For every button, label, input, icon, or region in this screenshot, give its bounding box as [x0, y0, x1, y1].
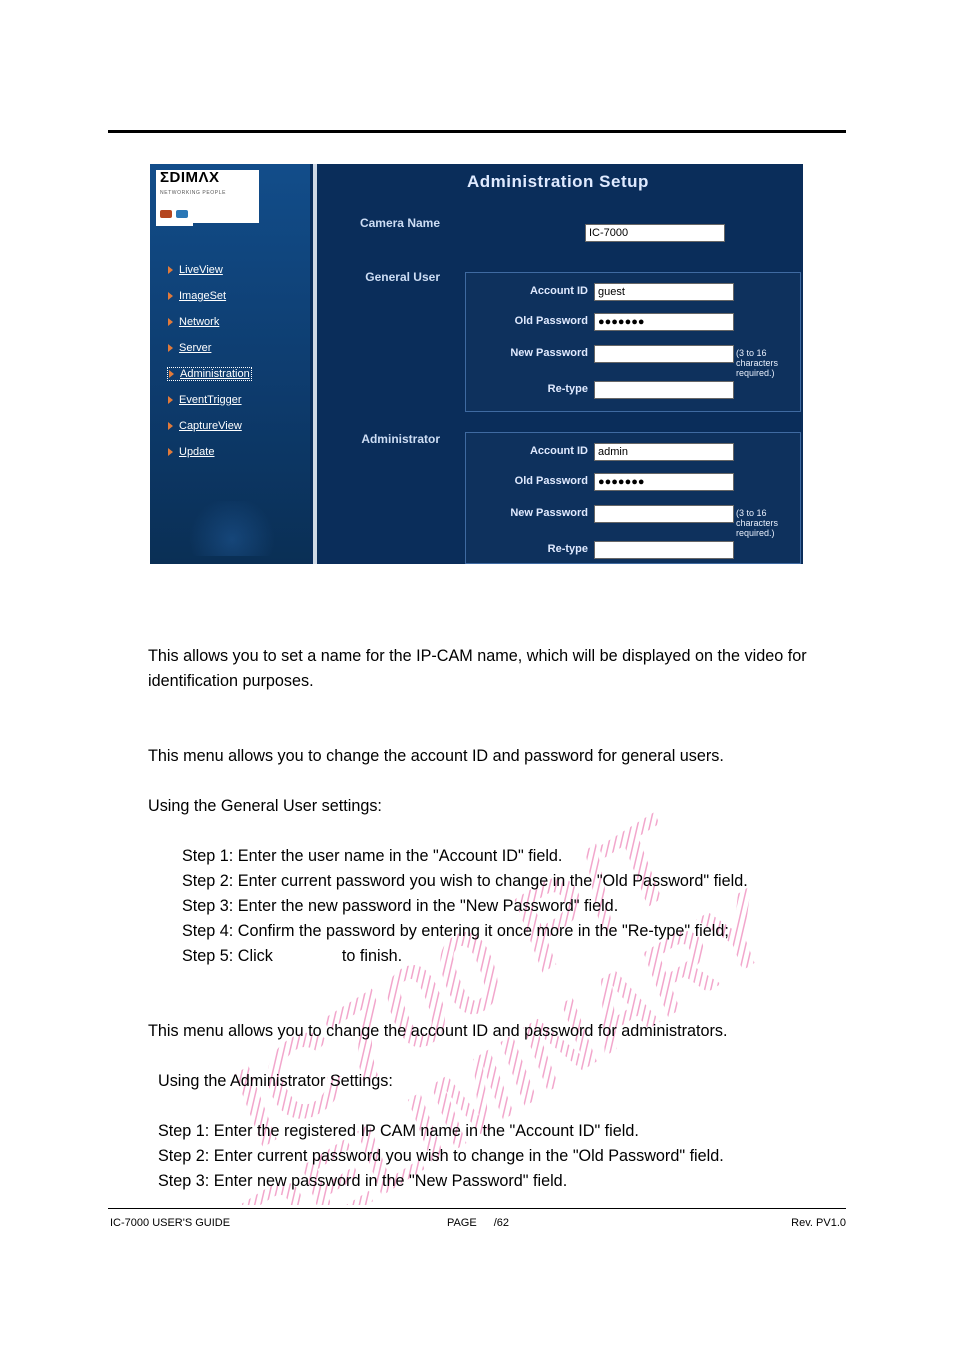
vertical-divider [313, 164, 317, 564]
guest-new-password-hint: (3 to 16 characters required.) [736, 348, 800, 378]
gen-step-4: Step 4: Confirm the password by entering… [182, 919, 848, 944]
sidebar-item-network[interactable]: Network [168, 316, 251, 328]
general-user-label: General User [325, 270, 440, 284]
admin-account-id-label: Account ID [530, 445, 588, 457]
guest-old-password-input[interactable] [594, 313, 734, 331]
admin-old-password-label: Old Password [515, 475, 588, 487]
guest-new-password-input[interactable] [594, 345, 734, 363]
guest-account-id-input[interactable] [594, 283, 734, 301]
para-admin-desc: This menu allows you to change the accou… [148, 1019, 848, 1044]
brand-text: ΣDIMΛX [160, 169, 220, 186]
guest-old-password-label: Old Password [515, 315, 588, 327]
panel-title: Administration Setup [467, 172, 649, 192]
caret-icon [169, 370, 174, 378]
camera-name-label: Camera Name [325, 216, 440, 230]
sidebar-item-administration[interactable]: Administration [168, 368, 251, 380]
guest-retype-label: Re-type [548, 383, 588, 395]
admin-step-3: Step 3: Enter new password in the "New P… [158, 1169, 848, 1194]
nav-label: Update [179, 446, 214, 458]
admin-new-password-input[interactable] [594, 505, 734, 523]
para-general-user-heading: Using the General User settings: [148, 794, 848, 819]
sidebar-item-imageset[interactable]: ImageSet [168, 290, 251, 302]
para-camera-name-desc: This allows you to set a name for the IP… [148, 644, 848, 694]
sidebar-item-eventtrigger[interactable]: EventTrigger [168, 394, 251, 406]
caret-icon [168, 266, 173, 274]
caret-icon [168, 396, 173, 404]
caret-icon [168, 422, 173, 430]
gen-step-5: Step 5: Click to finish. [182, 944, 848, 969]
sidebar: ΣDIMΛX NETWORKING PEOPLE TOGETHER LiveVi… [150, 164, 310, 564]
admin-step-1: Step 1: Enter the registered IP CAM name… [158, 1119, 848, 1144]
para-general-user-desc: This menu allows you to change the accou… [148, 744, 848, 769]
sidebar-nav: LiveView ImageSet Network Server Adminis… [168, 264, 251, 472]
logo-decoration [156, 204, 193, 226]
admin-old-password-input[interactable] [594, 473, 734, 491]
caret-icon [168, 344, 173, 352]
nav-label: CaptureView [179, 420, 242, 432]
admin-account-id-input[interactable] [594, 443, 734, 461]
document-body: This allows you to set a name for the IP… [148, 644, 848, 1194]
globe-decoration [172, 501, 292, 556]
nav-label: Server [179, 342, 211, 354]
footer-center: PAGE /62 [110, 1217, 846, 1229]
gen-step-3: Step 3: Enter the new password in the "N… [182, 894, 848, 919]
guest-retype-input[interactable] [594, 381, 734, 399]
nav-label: ImageSet [179, 290, 226, 302]
nav-label: Administration [180, 368, 250, 380]
guest-new-password-label: New Password [510, 347, 588, 359]
nav-label: EventTrigger [179, 394, 242, 406]
gen-step-2: Step 2: Enter current password you wish … [182, 869, 848, 894]
admin-setup-screenshot: ΣDIMΛX NETWORKING PEOPLE TOGETHER LiveVi… [150, 164, 803, 564]
nav-label: Network [179, 316, 219, 328]
sidebar-item-server[interactable]: Server [168, 342, 251, 354]
page-footer: IC-7000 USER'S GUIDE PAGE /62 Rev. PV1.0 [110, 1217, 846, 1229]
administrator-label: Administrator [325, 432, 440, 446]
admin-retype-input[interactable] [594, 541, 734, 559]
caret-icon [168, 292, 173, 300]
guest-account-id-label: Account ID [530, 285, 588, 297]
gen-step-1: Step 1: Enter the user name in the "Acco… [182, 844, 848, 869]
para-admin-heading: Using the Administrator Settings: [148, 1069, 848, 1094]
main-panel: Administration Setup Camera Name General… [325, 164, 803, 564]
gen-step-5-pre: Step 5: Click [182, 947, 277, 965]
nav-label: LiveView [179, 264, 223, 276]
admin-new-password-hint: (3 to 16 characters required.) [736, 508, 800, 538]
caret-icon [168, 318, 173, 326]
administrator-group: Account ID Old Password New Password (3 … [465, 432, 801, 564]
caret-icon [168, 448, 173, 456]
sidebar-item-liveview[interactable]: LiveView [168, 264, 251, 276]
admin-new-password-label: New Password [510, 507, 588, 519]
sidebar-item-captureview[interactable]: CaptureView [168, 420, 251, 432]
admin-retype-label: Re-type [548, 543, 588, 555]
admin-step-2: Step 2: Enter current password you wish … [158, 1144, 848, 1169]
gen-step-5-post: to finish. [337, 947, 402, 965]
general-user-group: Account ID Old Password New Password (3 … [465, 272, 801, 412]
sidebar-item-update[interactable]: Update [168, 446, 251, 458]
camera-name-input[interactable] [585, 224, 725, 242]
